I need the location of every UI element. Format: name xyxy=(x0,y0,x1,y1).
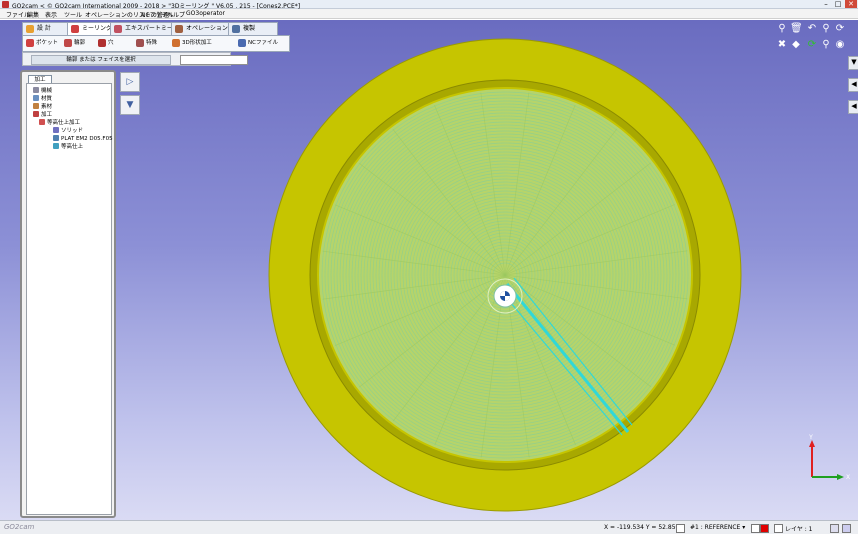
title-bar: GO2cam < © GO2cam International 2009 - 2… xyxy=(0,0,858,10)
origin-marker xyxy=(500,291,510,301)
operation-tree: 機械 材質 素材 加工 等高仕上加工 ソリッド PLAT EM2 D05.F05… xyxy=(26,83,113,515)
hide-icon[interactable]: ✖ xyxy=(776,39,788,51)
window-icon[interactable] xyxy=(830,524,839,533)
collapse-icon[interactable]: ◀ xyxy=(848,78,858,92)
axis-triad xyxy=(809,440,844,480)
ribbon: 設 計 ミーリング エキスパートミーリング オペレーションリスト 複製 ポケット… xyxy=(22,22,290,52)
tree-item[interactable]: 等高仕上加工 xyxy=(39,119,80,127)
menu-bar: ファイル 編集 表示 ツール オペレーションのリストの管理 NCファイル ヘルプ… xyxy=(0,9,858,19)
3d-shape-button[interactable]: 3D形状加工 xyxy=(171,38,242,49)
3d-shape-icon xyxy=(172,39,180,47)
snap-toggle[interactable] xyxy=(676,524,685,533)
app-icon xyxy=(2,1,9,8)
tree-item[interactable]: PLAT EM2 D05.F05 xyxy=(53,135,113,143)
tree-item[interactable]: 素材 xyxy=(33,103,52,111)
design-icon xyxy=(26,25,34,33)
help-icon[interactable] xyxy=(842,524,851,533)
ribbon-commands: ポケット 輪郭 穴 特殊 3D形状加工 NCファイル xyxy=(22,35,290,52)
selection-bar: 輪郭 または フェイスを選択 xyxy=(22,52,248,66)
axis-y-label: Y xyxy=(808,434,813,441)
erase-icon[interactable]: ◆ xyxy=(790,39,802,51)
zoom-window-icon[interactable]: ⚲ xyxy=(820,39,832,51)
color-toggle[interactable] xyxy=(751,524,760,533)
undo-icon[interactable]: ↶ xyxy=(806,23,818,35)
special-icon xyxy=(136,39,144,47)
machining-icon xyxy=(33,111,39,117)
trash-icon[interactable]: 🗑 xyxy=(790,23,803,35)
refresh-icon[interactable]: ⟳ xyxy=(806,39,818,51)
eye-icon[interactable]: ◉ xyxy=(834,39,846,51)
contour-icon xyxy=(64,39,72,47)
layer-count: レイヤ : 1 xyxy=(785,526,813,533)
minimize-button[interactable]: – xyxy=(820,0,832,8)
toolpath-icon xyxy=(53,143,59,149)
layers-icon[interactable]: ◀ xyxy=(848,100,858,114)
layer-selector[interactable]: #1 : REFERENCE ▾ xyxy=(690,524,745,531)
machine-icon xyxy=(33,87,39,93)
tab-duplicate[interactable]: 複製 xyxy=(228,22,278,36)
tree-item[interactable]: 等高仕上 xyxy=(53,143,83,151)
zlevel-finish-icon xyxy=(39,119,45,125)
view-icon[interactable]: ⚲ xyxy=(776,23,788,35)
close-button[interactable]: ✕ xyxy=(845,0,857,8)
nc-file-icon xyxy=(238,39,246,47)
color-swatch[interactable] xyxy=(760,524,769,533)
drill-icon xyxy=(98,39,106,47)
solid-icon xyxy=(53,127,59,133)
pocket-icon xyxy=(26,39,34,47)
cursor-coordinates: X = -119.534 Y = 52.850 xyxy=(604,524,680,531)
status-bar: GO2cam X = -119.534 Y = 52.850 #1 : REFE… xyxy=(0,520,858,534)
nc-file-button[interactable]: NCファイル xyxy=(237,38,296,49)
rotate-icon[interactable]: ⟳ xyxy=(834,23,846,35)
axis-x-label: X xyxy=(846,474,850,481)
selection-field[interactable] xyxy=(180,55,248,65)
expert-milling-icon xyxy=(114,25,122,33)
operation-list-icon xyxy=(175,25,183,33)
layer-visibility-toggle[interactable] xyxy=(774,524,783,533)
view-toolbar: ⚲ 🗑 ↶ ⚲ ⟳ ✖ ◆ ⟳ ⚲ ◉ xyxy=(770,22,850,56)
machining-panel: 加工 機械 材質 素材 加工 等高仕上加工 ソリッド PLAT EM2 D05.… xyxy=(20,70,116,518)
tree-item[interactable]: 材質 xyxy=(33,95,52,103)
panel-expand-button[interactable]: ▷ xyxy=(120,72,140,92)
material-icon xyxy=(33,95,39,101)
filter-icon[interactable]: ▼ xyxy=(848,56,858,70)
zoom-icon[interactable]: ⚲ xyxy=(820,23,832,35)
menu-go3operator[interactable]: GO3operator xyxy=(186,10,225,17)
tree-item[interactable]: 加工 xyxy=(33,111,52,119)
duplicate-icon xyxy=(232,25,240,33)
right-toolstrip: ▼ ◀ ◀ xyxy=(848,56,858,126)
milling-icon xyxy=(71,25,79,33)
menu-edit[interactable]: 編集 xyxy=(27,10,39,19)
tool-icon xyxy=(53,135,59,141)
maximize-button[interactable]: □ xyxy=(832,0,844,8)
tree-item[interactable]: 機械 xyxy=(33,87,52,95)
menu-tools[interactable]: ツール xyxy=(64,10,82,19)
tree-item[interactable]: ソリッド xyxy=(53,127,83,135)
stock-icon xyxy=(33,103,39,109)
menu-help[interactable]: ヘルプ xyxy=(167,10,185,19)
selection-prompt: 輪郭 または フェイスを選択 xyxy=(31,55,171,65)
menu-view[interactable]: 表示 xyxy=(45,10,57,19)
panel-tool-button[interactable]: ▼ xyxy=(120,95,140,115)
brand-logo: GO2cam xyxy=(4,523,35,531)
